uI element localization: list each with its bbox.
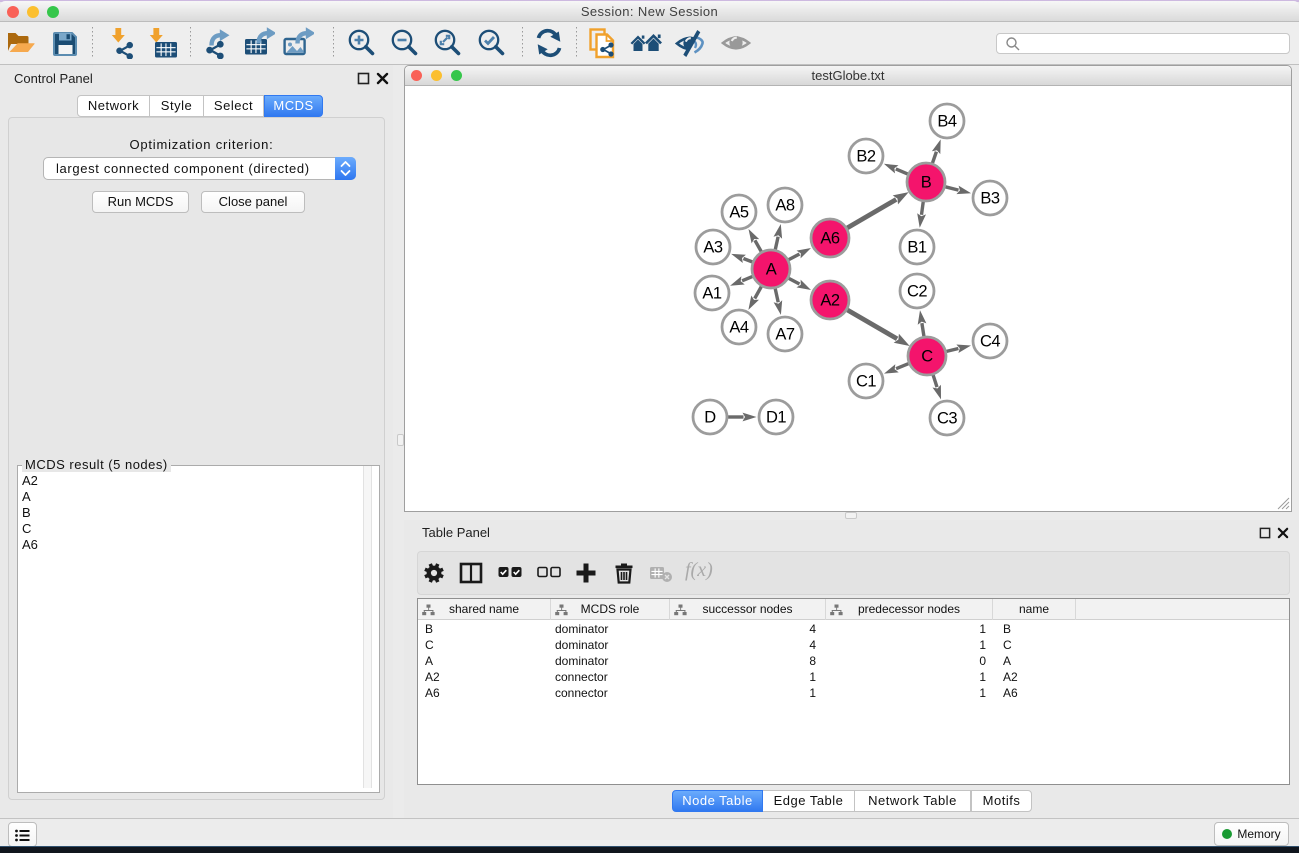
svg-text:A7: A7 xyxy=(775,326,795,344)
svg-text:C4: C4 xyxy=(980,333,1000,351)
svg-text:B3: B3 xyxy=(980,190,1000,208)
svg-text:B2: B2 xyxy=(856,148,876,166)
svg-text:A2: A2 xyxy=(820,292,840,310)
svg-text:C1: C1 xyxy=(856,373,876,391)
svg-text:B1: B1 xyxy=(907,239,927,257)
svg-text:C2: C2 xyxy=(907,283,927,301)
svg-text:A3: A3 xyxy=(703,239,723,257)
svg-text:A8: A8 xyxy=(775,197,795,215)
svg-text:A5: A5 xyxy=(729,204,749,222)
svg-text:D1: D1 xyxy=(766,409,786,427)
svg-text:D: D xyxy=(704,409,716,427)
svg-text:A6: A6 xyxy=(820,230,840,248)
svg-text:B4: B4 xyxy=(937,113,957,131)
svg-text:B: B xyxy=(921,174,932,192)
svg-text:A4: A4 xyxy=(729,319,749,337)
svg-text:C3: C3 xyxy=(937,410,957,428)
svg-text:A1: A1 xyxy=(702,285,722,303)
svg-text:C: C xyxy=(921,348,933,366)
svg-text:A: A xyxy=(766,261,777,279)
